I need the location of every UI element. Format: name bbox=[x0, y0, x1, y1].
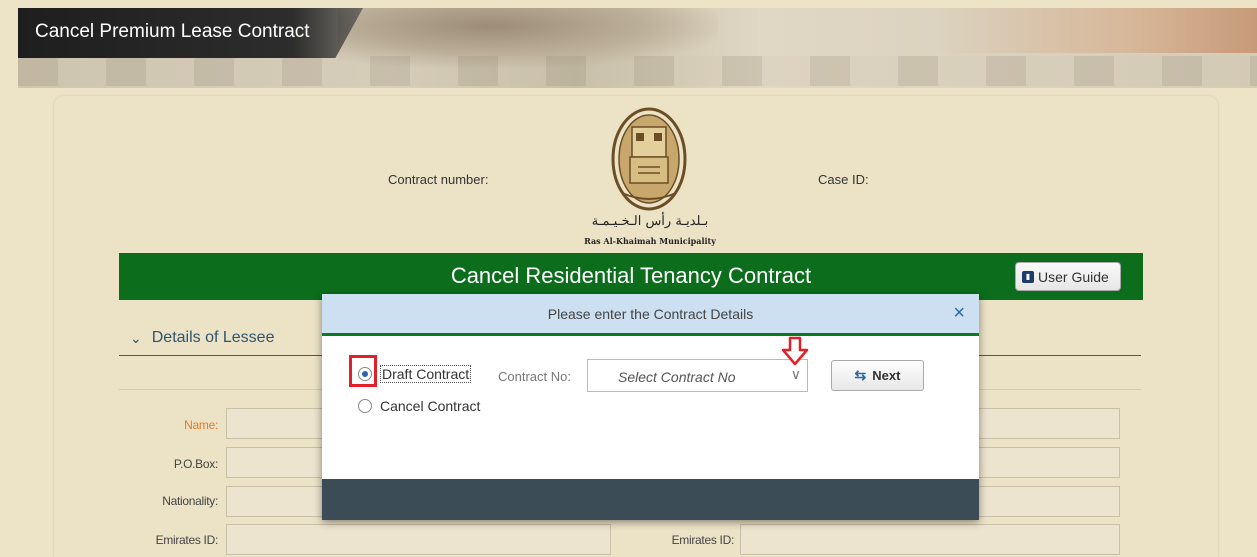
case-id-label: Case ID: bbox=[818, 172, 869, 187]
section-title: Details of Lessee bbox=[151, 329, 275, 346]
contract-no-label: Contract No: bbox=[498, 369, 571, 384]
form-title-bar: Cancel Residential Tenancy Contract bbox=[119, 253, 1143, 300]
section-details-of-lessee[interactable]: ⌄ Details of Lessee bbox=[130, 329, 274, 347]
contract-number-label: Contract number: bbox=[388, 172, 489, 187]
user-guide-button[interactable]: ▮ User Guide bbox=[1015, 262, 1121, 291]
dialog-header: Please enter the Contract Details × bbox=[322, 294, 979, 336]
emirates-id-label-right: Emirates ID: bbox=[671, 533, 735, 547]
contract-no-select[interactable]: Select Contract No ∨ bbox=[587, 359, 808, 392]
next-label: Next bbox=[872, 368, 901, 383]
close-icon[interactable]: × bbox=[953, 303, 965, 323]
banner-pattern bbox=[18, 56, 1257, 86]
highlight-box bbox=[349, 355, 377, 387]
form-title: Cancel Residential Tenancy Contract bbox=[450, 263, 812, 288]
next-icon: ⇆ bbox=[854, 367, 867, 383]
radio-cancel-button[interactable] bbox=[358, 399, 372, 413]
emirates-id-field[interactable] bbox=[226, 524, 611, 555]
book-icon: ▮ bbox=[1022, 270, 1034, 283]
dialog-title: Please enter the Contract Details bbox=[547, 306, 754, 322]
nationality-label: Nationality: bbox=[162, 494, 218, 508]
chevron-down-icon: ⌄ bbox=[130, 329, 142, 346]
dialog-footer bbox=[322, 479, 979, 520]
radio-draft-label: Draft Contract bbox=[380, 365, 472, 383]
logo-english-text: Ras Al-Khaimah Municipality bbox=[584, 236, 716, 246]
page-title: Cancel Premium Lease Contract bbox=[35, 21, 310, 42]
user-guide-label: User Guide bbox=[1038, 268, 1109, 285]
radio-cancel-label: Cancel Contract bbox=[380, 398, 481, 414]
pobox-label: P.O.Box: bbox=[173, 457, 218, 471]
radio-cancel-contract[interactable]: Cancel Contract bbox=[358, 398, 480, 414]
contract-no-placeholder: Select Contract No bbox=[618, 369, 736, 385]
emirates-id-field-right[interactable] bbox=[740, 524, 1120, 555]
name-label: Name: bbox=[184, 418, 218, 432]
municipality-logo bbox=[611, 107, 687, 211]
emirates-id-label: Emirates ID: bbox=[155, 533, 219, 547]
logo-arabic-text: بـلديـة رأس الـخـيـمـة bbox=[591, 214, 709, 229]
chevron-down-icon: ∨ bbox=[790, 366, 801, 382]
arrow-down-icon bbox=[781, 336, 809, 366]
next-button[interactable]: ⇆ Next bbox=[831, 360, 924, 391]
